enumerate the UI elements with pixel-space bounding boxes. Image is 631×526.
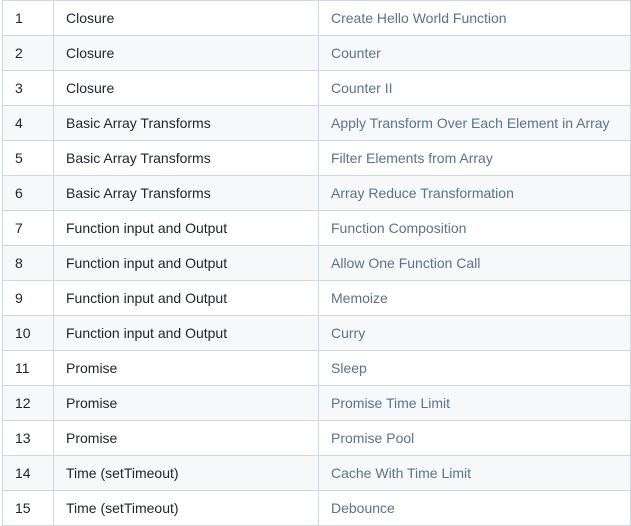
table-row: 15 Time (setTimeout) Debounce [2, 490, 631, 526]
row-number: 5 [2, 140, 54, 176]
row-number: 1 [2, 0, 54, 36]
problems-table: 1 Closure Create Hello World Function 2 … [2, 0, 631, 526]
row-problem-cell: Apply Transform Over Each Element in Arr… [318, 105, 631, 141]
row-problem-cell: Memoize [318, 280, 631, 316]
row-problem-cell: Function Composition [318, 210, 631, 246]
table-row: 9 Function input and Output Memoize [2, 280, 631, 316]
row-problem-cell: Create Hello World Function [318, 0, 631, 36]
problem-link[interactable]: Counter [331, 45, 381, 61]
table-row: 12 Promise Promise Time Limit [2, 385, 631, 421]
row-topic: Function input and Output [53, 280, 319, 316]
row-number: 7 [2, 210, 54, 246]
row-number: 11 [2, 350, 54, 386]
row-problem-cell: Promise Time Limit [318, 385, 631, 421]
problem-link[interactable]: Curry [331, 325, 365, 341]
row-topic: Time (setTimeout) [53, 455, 319, 491]
row-problem-cell: Promise Pool [318, 420, 631, 456]
problem-link[interactable]: Function Composition [331, 220, 466, 236]
table-row: 3 Closure Counter II [2, 70, 631, 106]
table-row: 14 Time (setTimeout) Cache With Time Lim… [2, 455, 631, 491]
problem-link[interactable]: Array Reduce Transformation [331, 185, 514, 201]
row-topic: Basic Array Transforms [53, 140, 319, 176]
problem-link[interactable]: Promise Time Limit [331, 395, 450, 411]
problem-link[interactable]: Apply Transform Over Each Element in Arr… [331, 115, 610, 131]
row-number: 13 [2, 420, 54, 456]
problem-link[interactable]: Counter II [331, 80, 392, 96]
table-row: 10 Function input and Output Curry [2, 315, 631, 351]
problem-link[interactable]: Allow One Function Call [331, 255, 480, 271]
row-topic: Closure [53, 35, 319, 71]
row-number: 12 [2, 385, 54, 421]
table-row: 2 Closure Counter [2, 35, 631, 71]
table-row: 11 Promise Sleep [2, 350, 631, 386]
table-body: 1 Closure Create Hello World Function 2 … [2, 0, 631, 526]
row-topic: Basic Array Transforms [53, 175, 319, 211]
row-problem-cell: Allow One Function Call [318, 245, 631, 281]
row-number: 8 [2, 245, 54, 281]
table-row: 4 Basic Array Transforms Apply Transform… [2, 105, 631, 141]
row-topic: Function input and Output [53, 315, 319, 351]
problem-link[interactable]: Memoize [331, 290, 388, 306]
problem-link[interactable]: Filter Elements from Array [331, 150, 493, 166]
row-number: 4 [2, 105, 54, 141]
row-number: 2 [2, 35, 54, 71]
table-row: 7 Function input and Output Function Com… [2, 210, 631, 246]
row-problem-cell: Curry [318, 315, 631, 351]
row-topic: Promise [53, 420, 319, 456]
row-topic: Time (setTimeout) [53, 490, 319, 526]
row-topic: Promise [53, 385, 319, 421]
row-topic: Closure [53, 0, 319, 36]
row-problem-cell: Sleep [318, 350, 631, 386]
table-row: 1 Closure Create Hello World Function [2, 0, 631, 36]
table-row: 5 Basic Array Transforms Filter Elements… [2, 140, 631, 176]
problem-link[interactable]: Sleep [331, 360, 367, 376]
table-row: 8 Function input and Output Allow One Fu… [2, 245, 631, 281]
problem-link[interactable]: Cache With Time Limit [331, 465, 471, 481]
table-row: 6 Basic Array Transforms Array Reduce Tr… [2, 175, 631, 211]
row-number: 3 [2, 70, 54, 106]
row-number: 9 [2, 280, 54, 316]
row-problem-cell: Counter [318, 35, 631, 71]
row-topic: Closure [53, 70, 319, 106]
row-number: 6 [2, 175, 54, 211]
row-topic: Promise [53, 350, 319, 386]
row-problem-cell: Debounce [318, 490, 631, 526]
row-number: 14 [2, 455, 54, 491]
row-number: 10 [2, 315, 54, 351]
problem-link[interactable]: Create Hello World Function [331, 10, 507, 26]
row-problem-cell: Array Reduce Transformation [318, 175, 631, 211]
row-topic: Basic Array Transforms [53, 105, 319, 141]
table-row: 13 Promise Promise Pool [2, 420, 631, 456]
problem-link[interactable]: Debounce [331, 500, 395, 516]
row-problem-cell: Counter II [318, 70, 631, 106]
row-topic: Function input and Output [53, 245, 319, 281]
problem-link[interactable]: Promise Pool [331, 430, 414, 446]
row-topic: Function input and Output [53, 210, 319, 246]
row-problem-cell: Cache With Time Limit [318, 455, 631, 491]
row-problem-cell: Filter Elements from Array [318, 140, 631, 176]
row-number: 15 [2, 490, 54, 526]
